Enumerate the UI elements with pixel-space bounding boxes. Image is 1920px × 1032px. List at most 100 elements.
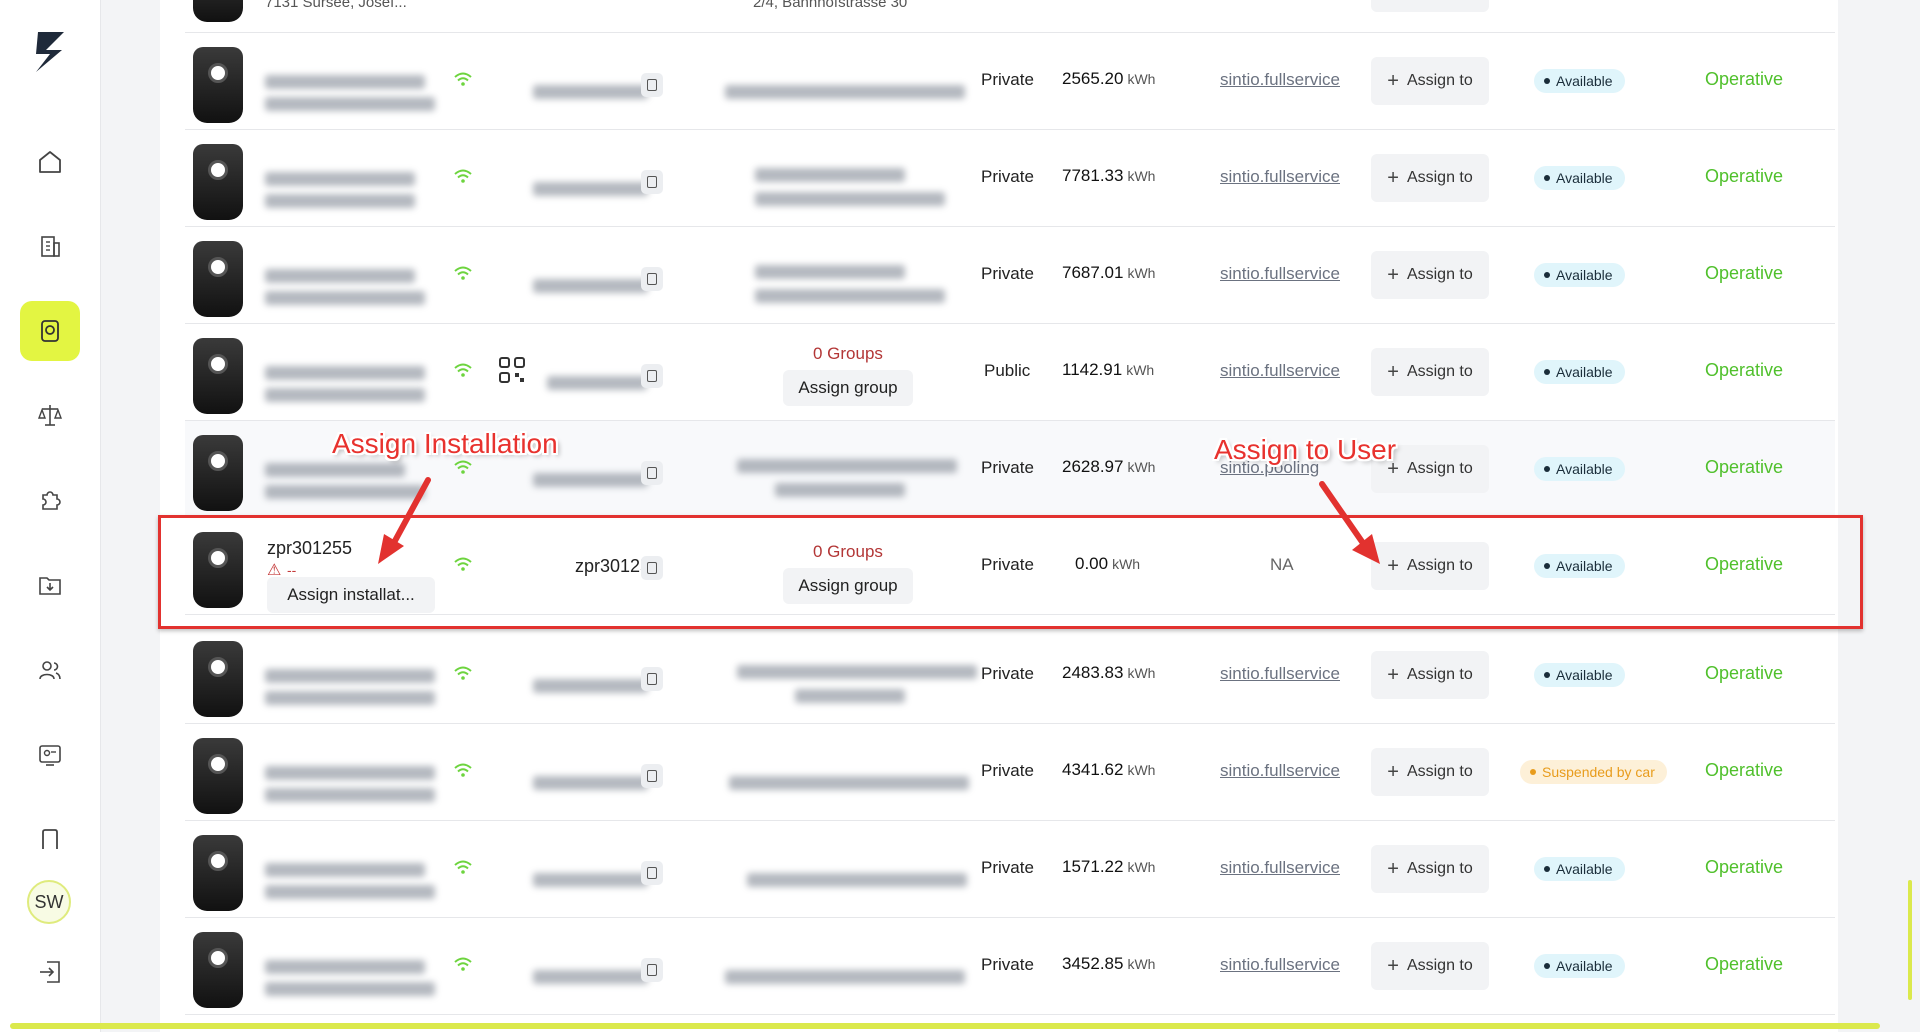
nav-buildings[interactable]: [20, 216, 80, 276]
nav-id-cards[interactable]: [20, 725, 80, 785]
table-row[interactable]: Private 7687.01 kWh sintio.fullservice + Assi…: [185, 227, 1835, 324]
horizontal-scrollbar[interactable]: [10, 1023, 1880, 1029]
energy-unit: kWh: [1127, 168, 1156, 184]
assign-to-label: Assign to: [1406, 363, 1473, 380]
assign-to-button[interactable]: + Assign to: [1371, 154, 1489, 202]
table-row[interactable]: Private 3452.85 kWh sintio.fullservice + Assi…: [185, 918, 1835, 1015]
table-row[interactable]: Private 1571.22 kWh sintio.fullservice + Assi…: [185, 821, 1835, 918]
redacted-text: [737, 665, 977, 679]
redacted-text: [265, 97, 435, 111]
assign-group-button[interactable]: Assign group: [783, 568, 913, 604]
copy-icon[interactable]: [641, 170, 663, 194]
table-row[interactable]: zpr301255 ⚠ -- Assign installat... zpr301255…: [185, 518, 1835, 615]
assign-to-button[interactable]: + Assign to: [1371, 348, 1489, 396]
nav-integrations[interactable]: [20, 470, 80, 530]
owner-link[interactable]: sintio.fullservice: [1220, 264, 1340, 284]
nav-downloads[interactable]: [20, 555, 80, 615]
owner-link[interactable]: sintio.fullservice: [1220, 761, 1340, 781]
copy-icon[interactable]: [641, 958, 663, 982]
balance-icon: [37, 405, 63, 426]
nav-balance[interactable]: [20, 385, 80, 445]
status-dot-icon: [1544, 866, 1550, 872]
status-label: Available: [1556, 364, 1613, 380]
owner-link[interactable]: sintio.fullservice: [1220, 361, 1340, 381]
copy-icon[interactable]: [641, 556, 663, 580]
redacted-text: [755, 289, 945, 303]
charger-logo-icon: [208, 451, 228, 471]
plus-icon: +: [1387, 166, 1399, 189]
qr-code-icon[interactable]: [498, 356, 526, 384]
table-row[interactable]: 7131 Sursee, Josef... 2/4, Bahnhofstrass…: [185, 0, 1835, 33]
redacted-text: [265, 691, 435, 705]
redacted-text: [265, 463, 405, 477]
assign-to-label: Assign to: [1406, 72, 1473, 89]
table-row[interactable]: Private 7781.33 kWh sintio.fullservice + Assi…: [185, 130, 1835, 227]
assign-to-label: Assign to: [1406, 460, 1473, 477]
table-row[interactable]: 0 Groups Assign group Public 1142.91 kWh sint…: [185, 324, 1835, 421]
plus-icon: +: [1387, 954, 1399, 977]
table-row[interactable]: Private 4341.62 kWh sintio.fullservice + Assi…: [185, 724, 1835, 821]
assign-to-button[interactable]: + Assign to: [1371, 942, 1489, 990]
copy-icon[interactable]: [641, 667, 663, 691]
nav-users[interactable]: [20, 640, 80, 700]
assign-installation-button[interactable]: Assign installat...: [267, 577, 435, 613]
owner-na: NA: [1270, 555, 1294, 574]
assign-to-button[interactable]: + Assign to: [1371, 251, 1489, 299]
nav-home[interactable]: [20, 132, 80, 192]
charger-logo-icon: [208, 354, 228, 374]
table-row[interactable]: Private 2483.83 kWh sintio.fullservice + Assi…: [185, 627, 1835, 724]
owner-link[interactable]: sintio.fullservice: [1220, 167, 1340, 187]
energy-value: 1142.91 kWh: [1062, 360, 1154, 380]
access-type: Private: [981, 167, 1034, 186]
nav-chargers[interactable]: [20, 301, 80, 361]
charger-logo-icon: [208, 754, 228, 774]
table-row[interactable]: Private 2565.20 kWh sintio.fullservice + Assi…: [185, 33, 1835, 130]
owner-link[interactable]: sintio.fullservice: [1220, 955, 1340, 975]
redacted-text: [265, 788, 435, 802]
copy-icon[interactable]: [641, 267, 663, 291]
access-type: Public: [984, 361, 1031, 380]
copy-icon[interactable]: [641, 73, 663, 97]
energy-unit: kWh: [1127, 459, 1156, 475]
redacted-text: [265, 172, 415, 186]
operational-state: Operative: [1705, 166, 1784, 186]
redacted-text: [533, 776, 648, 790]
groups-count[interactable]: 0 Groups: [813, 344, 883, 364]
charger-image: [193, 932, 243, 1008]
status-label: Available: [1556, 267, 1613, 283]
assign-to-button[interactable]: + Assign to: [1371, 57, 1489, 105]
nav-logout[interactable]: [20, 942, 80, 1002]
copy-icon[interactable]: [641, 364, 663, 388]
owner-link[interactable]: sintio.fullservice: [1220, 664, 1340, 684]
charger-table: 7131 Sursee, Josef... 2/4, Bahnhofstrass…: [160, 0, 1838, 1032]
assign-to-label: Assign to: [1406, 763, 1473, 780]
redacted-text: [747, 873, 967, 887]
avatar[interactable]: SW: [27, 880, 71, 924]
logo-icon[interactable]: [30, 28, 70, 74]
status-dot-icon: [1544, 78, 1550, 84]
assign-to-button[interactable]: + Assign to: [1371, 542, 1489, 590]
owner-link[interactable]: sintio.fullservice: [1220, 858, 1340, 878]
copy-icon[interactable]: [641, 764, 663, 788]
assign-to-button[interactable]: [1371, 0, 1489, 12]
assign-to-button[interactable]: + Assign to: [1371, 748, 1489, 796]
assign-to-button[interactable]: + Assign to: [1371, 845, 1489, 893]
copy-icon[interactable]: [641, 461, 663, 485]
energy-unit: kWh: [1127, 956, 1156, 972]
operational-state: Operative: [1705, 663, 1784, 683]
energy-value: 0.00 kWh: [1075, 554, 1140, 574]
assign-to-button[interactable]: + Assign to: [1371, 651, 1489, 699]
copy-icon[interactable]: [641, 861, 663, 885]
redacted-text: [265, 982, 435, 996]
vertical-scrollbar[interactable]: [1908, 880, 1912, 1000]
operational-state: Operative: [1705, 263, 1784, 283]
operational-state: Operative: [1705, 554, 1784, 574]
nav-bookmarks[interactable]: [20, 810, 80, 870]
groups-count[interactable]: 0 Groups: [813, 542, 883, 562]
owner-link[interactable]: sintio.fullservice: [1220, 70, 1340, 90]
energy-amount: 7687.01: [1062, 263, 1124, 282]
energy-amount: 7781.33: [1062, 166, 1124, 185]
assign-group-button[interactable]: Assign group: [783, 370, 913, 406]
assign-to-label: Assign to: [1406, 169, 1473, 186]
access-type: Private: [981, 955, 1034, 974]
